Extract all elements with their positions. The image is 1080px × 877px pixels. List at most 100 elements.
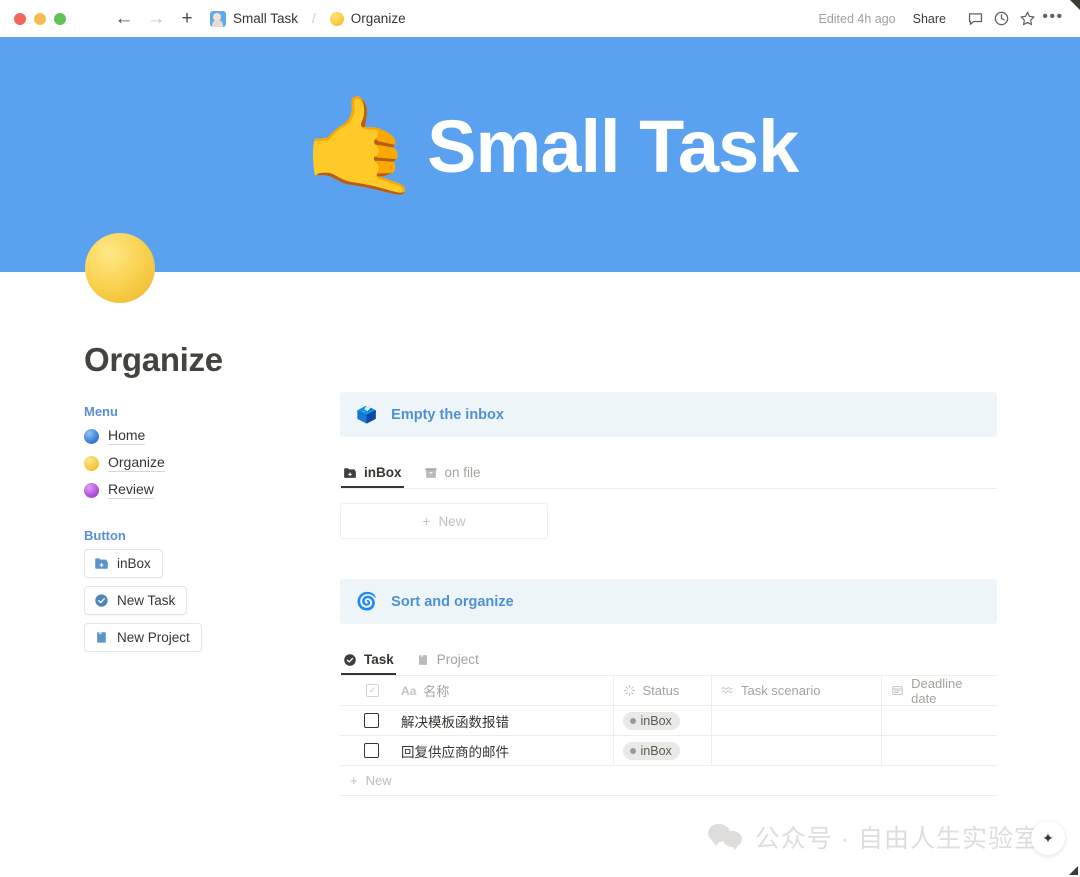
new-task-button[interactable]: New Task xyxy=(84,586,188,615)
maximize-window-button[interactable] xyxy=(54,12,66,25)
window-corner-decoration xyxy=(1070,0,1080,10)
checkbox-icon[interactable] xyxy=(364,713,380,728)
empty-inbox-callout-label: Empty the inbox xyxy=(391,406,504,423)
column-header-task-scenario[interactable]: Task scenario xyxy=(712,676,883,705)
comment-icon[interactable] xyxy=(962,6,988,32)
close-window-button[interactable] xyxy=(14,12,26,25)
column-header-name[interactable]: Aa 名称 xyxy=(392,676,614,705)
thumbs-up-memoji-icon: 🤙 xyxy=(301,92,422,200)
resize-handle[interactable] xyxy=(1069,866,1078,875)
inbox-tabs: inBox on file xyxy=(340,459,997,489)
new-inbox-item-label: New xyxy=(438,513,466,529)
watermark: 公众号 · 自由人生实验室 xyxy=(707,819,1040,855)
breadcrumb-page-icon xyxy=(329,11,344,26)
forward-arrow-icon[interactable]: → xyxy=(146,9,166,28)
status-dot-icon xyxy=(629,747,636,754)
tab-on-file-label: on file xyxy=(444,465,481,480)
table-row[interactable]: 解决模板函数报错 inBox xyxy=(340,706,997,736)
purple-circle-icon xyxy=(84,482,99,498)
hamburger-icon[interactable] xyxy=(82,14,100,23)
share-button[interactable]: Share xyxy=(913,12,946,26)
new-task-button-label: New Task xyxy=(117,593,176,608)
row-checkbox-cell[interactable] xyxy=(340,706,392,735)
row-status-cell[interactable]: inBox xyxy=(614,736,712,765)
minimize-window-button[interactable] xyxy=(34,12,46,25)
check-circle-icon xyxy=(343,653,357,667)
sidebar-button-row: New Project xyxy=(84,623,314,660)
blue-circle-icon xyxy=(84,428,99,444)
row-scenario-cell[interactable] xyxy=(712,706,883,735)
table-new-row-button[interactable]: + New xyxy=(340,766,997,796)
tab-project[interactable]: Project xyxy=(414,646,481,675)
row-deadline-cell[interactable] xyxy=(882,706,997,735)
aa-text-icon: Aa xyxy=(401,683,417,698)
checkbox-icon[interactable] xyxy=(364,743,380,758)
sidebar-menu-heading: Menu xyxy=(84,404,118,419)
row-checkbox-cell[interactable] xyxy=(340,736,392,765)
table-new-row-label: New xyxy=(365,773,392,788)
ai-assistant-button[interactable]: ✦ xyxy=(1031,821,1065,855)
column-header-checkbox[interactable]: ✓ xyxy=(340,676,392,705)
tab-inbox-label: inBox xyxy=(364,465,402,480)
inbox-button[interactable]: inBox xyxy=(84,549,163,578)
sidebar: Menu Home Organize Review Button inBox N… xyxy=(84,404,314,660)
sidebar-item-organize[interactable]: Organize xyxy=(84,452,314,474)
new-project-button[interactable]: New Project xyxy=(84,623,202,652)
column-header-deadline-date-label: Deadline date xyxy=(911,675,963,706)
column-header-task-scenario-label: Task scenario xyxy=(740,683,821,698)
sidebar-item-home[interactable]: Home xyxy=(84,425,314,447)
hero-content: 🤙 Small Task xyxy=(301,92,800,200)
row-name-cell[interactable]: 回复供应商的邮件 xyxy=(392,736,614,765)
title-bar: ← → + Small Task / Organize Edited 4h ag… xyxy=(0,0,1080,37)
sidebar-item-label[interactable]: Review xyxy=(108,481,154,499)
title-bar-actions: Edited 4h ago Share ••• xyxy=(818,6,1066,32)
folder-add-icon xyxy=(94,556,109,571)
star-icon[interactable] xyxy=(1014,6,1040,32)
row-scenario-cell[interactable] xyxy=(712,736,883,765)
sort-organize-section: 🌀 Sort and organize Task Project ✓ Aa 名称… xyxy=(340,579,997,796)
tab-on-file[interactable]: on file xyxy=(422,459,483,488)
status-badge[interactable]: inBox xyxy=(622,741,680,760)
column-header-deadline-date[interactable]: Deadline date xyxy=(882,675,997,706)
more-options-icon[interactable]: ••• xyxy=(1040,6,1066,32)
sidebar-item-label[interactable]: Home xyxy=(108,427,146,445)
tab-inbox[interactable]: inBox xyxy=(341,459,404,488)
loading-icon xyxy=(623,684,636,697)
sidebar-button-row: inBox xyxy=(84,549,314,586)
column-header-status[interactable]: Status xyxy=(614,676,712,705)
task-project-tabs: Task Project xyxy=(340,646,997,676)
notebook-icon xyxy=(416,653,430,667)
row-name-cell[interactable]: 解决模板函数报错 xyxy=(392,706,614,735)
column-header-name-label: 名称 xyxy=(423,684,450,699)
clock-icon[interactable] xyxy=(988,6,1014,32)
row-status-cell[interactable]: inBox xyxy=(614,706,712,735)
table-row[interactable]: 回复供应商的邮件 inBox xyxy=(340,736,997,766)
notebook-icon xyxy=(94,630,109,645)
empty-inbox-callout[interactable]: 🗳️ Empty the inbox xyxy=(340,392,997,437)
wave-icon xyxy=(721,684,734,697)
back-arrow-icon[interactable]: ← xyxy=(114,9,134,28)
hero-title: Small Task xyxy=(427,105,799,188)
breadcrumb-page[interactable]: Organize xyxy=(351,11,406,26)
folder-add-icon xyxy=(343,466,357,480)
sidebar-button-heading: Button xyxy=(84,528,126,543)
window-controls xyxy=(14,12,66,25)
calendar-icon xyxy=(891,684,904,697)
page-icon[interactable] xyxy=(85,233,155,303)
page-title[interactable]: Organize xyxy=(84,341,223,379)
row-deadline-cell[interactable] xyxy=(882,736,997,765)
sidebar-item-label[interactable]: Organize xyxy=(108,454,165,472)
tab-task[interactable]: Task xyxy=(341,646,396,675)
status-badge-label: inBox xyxy=(640,743,672,758)
checkbox-icon: ✓ xyxy=(366,684,380,697)
new-inbox-item-button[interactable]: + New xyxy=(340,503,548,539)
breadcrumb-workspace[interactable]: Small Task xyxy=(233,11,298,26)
new-page-plus-icon[interactable]: + xyxy=(178,9,196,28)
sidebar-item-review[interactable]: Review xyxy=(84,479,314,501)
sort-organize-callout[interactable]: 🌀 Sort and organize xyxy=(340,579,997,624)
memoji-avatar-icon xyxy=(210,10,226,27)
status-badge[interactable]: inBox xyxy=(622,711,680,730)
sidebar-button-row: New Task xyxy=(84,586,314,623)
status-dot-icon xyxy=(629,717,636,724)
new-project-button-label: New Project xyxy=(117,630,190,645)
